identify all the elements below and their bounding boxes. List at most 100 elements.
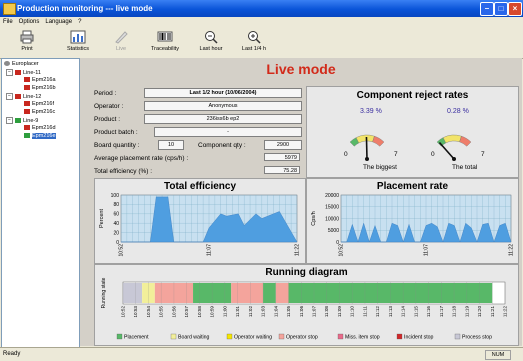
legend-label: Miss. item stop [345,335,380,341]
y-tick-label: 20 [113,230,119,236]
board-qty-label: Board quantity : [94,142,140,149]
tree-machine-epm216a[interactable]: Epm216a [24,77,56,84]
x-tick-label: 11:22 [503,306,508,318]
x-tick-label: 11:10 [350,306,355,318]
gauge-band [442,134,462,144]
x-tick-label: 11:11 [362,306,367,317]
maximize-button[interactable]: □ [494,2,508,16]
menu-file[interactable]: File [0,17,16,27]
x-tick-label: 11:22 [509,244,515,256]
tree-machine-epm216e[interactable]: Epm216e [24,133,56,140]
machine-icon [24,77,30,83]
legend-swatch [116,333,123,340]
x-tick-label: 11:00 [222,306,227,318]
x-tick-label: 10:52 [119,244,125,257]
live-button[interactable]: Live [106,30,136,57]
state-segment [231,283,264,303]
legend-swatch [226,333,233,340]
traceability-button[interactable]: Traceability [144,30,186,57]
collapse-icon[interactable]: − [6,93,13,100]
gauge-needle [438,141,455,160]
minimize-button[interactable]: – [480,2,494,16]
tree-line-9[interactable]: − Line-9 [6,117,38,124]
tree-line-12[interactable]: − Line-12 [6,93,41,100]
x-tick-label: 10:53 [133,306,138,318]
board-qty-value: 10 [158,140,184,150]
tree-root[interactable]: Europlacer [4,61,39,68]
last-hour-label: Last hour [199,46,223,52]
num-lock-indicator: NUM [485,350,511,360]
period-label: Period : [94,90,117,97]
x-tick-label: 11:14 [401,306,406,318]
window-title: Production monitoring --- live mode [17,4,153,13]
y-axis-label: Percent [99,209,105,228]
product-value: 236iss6b ep2 [144,114,302,124]
tree-machine-epm216b[interactable]: Epm216b [24,85,56,92]
menu-language[interactable]: Language [42,17,75,27]
statistics-button[interactable]: Statistics [60,30,96,57]
factory-icon [4,61,10,67]
gauge-biggest-max: 7 [394,151,398,158]
reject-rates-panel: Component reject rates 3.39 % 0.28 % 0 7… [306,86,519,178]
tree-line-11[interactable]: − Line-11 [6,69,41,76]
y-tick-label: 60 [113,212,119,218]
legend-label: Operator stop [286,335,318,341]
menu-help[interactable]: ? [75,17,84,27]
close-button[interactable]: × [508,2,522,16]
statistics-icon [70,30,86,44]
collapse-icon[interactable]: − [6,69,13,76]
product-label: Product : [94,116,121,123]
x-tick-label: 11:17 [439,306,444,318]
x-tick-label: 11:04 [273,306,278,318]
efficiency-chart-panel: Total efficiency 0 20 40 60 80 100 10:52 11:07 1… [94,178,306,264]
machine-icon [24,101,30,107]
gauge-total-caption: The total [452,164,478,171]
x-tick-label: 11:07 [312,306,317,318]
gauge-band [372,135,385,147]
tree-machine-epm216d[interactable]: Epm216d [24,125,56,132]
x-tick-label: 11:16 [426,306,431,318]
x-tick-label: 10:55 [159,306,164,318]
gauge-total [436,134,472,161]
state-segment [263,283,276,303]
traceability-icon [157,31,173,42]
y-tick-label: 5000 [328,228,339,234]
live-label: Live [115,46,127,52]
x-tick-label: 11:06 [299,306,304,318]
title-bar: Production monitoring --- live mode – □ … [0,0,523,17]
y-tick-label: 10000 [325,216,339,222]
gauge-band [355,134,375,144]
running-diagram-panel: Running diagram 10:52 10:53 10:54 10:55 10:5… [94,264,519,346]
x-tick-label: 11:03 [261,306,266,318]
last-hour-button[interactable]: Last hour [196,30,226,57]
last-quarter-hour-button[interactable]: Last 1/4 h [238,30,270,57]
y-tick-label: 100 [111,193,120,199]
avg-rate-value: 5979 [264,153,300,161]
print-button[interactable]: Print [12,30,42,57]
legend-swatch [337,333,344,340]
collapse-icon[interactable]: − [6,117,13,124]
x-tick-label: 10:52 [339,244,345,257]
product-batch-label: Product batch : [94,129,138,136]
x-tick-label: 10:58 [197,306,202,318]
last-quarter-hour-label: Last 1/4 h [241,46,267,52]
y-tick-label: 80 [113,202,119,208]
menu-options[interactable]: Options [16,17,43,27]
x-tick-label: 11:09 [337,306,342,318]
tree-machine-epm216f[interactable]: Epm216f [24,101,54,108]
legend-swatch [396,333,403,340]
tree-machine-epm216c[interactable]: Epm216c [24,109,55,116]
x-tick-label: 11:21 [490,306,495,318]
operator-label: Operator : [94,103,124,110]
gauge-band [459,135,472,147]
machine-icon [24,125,30,131]
x-tick-label: 11:05 [286,306,291,318]
x-tick-label: 11:02 [248,306,253,318]
machine-tree[interactable]: Europlacer − Line-11 Epm216a Epm216b − Lin… [1,58,80,348]
legend-label: Operator waiting [234,335,272,341]
main-panel: Live mode Period : Last 1/2 hour (10/06/… [80,58,522,346]
placement-rate-chart-panel: Placement rate 0 5000 10000 15000 20000 10:52… [306,178,519,264]
efficiency-label: Total efficiency (%) : [94,168,153,175]
x-tick-label: 11:13 [388,306,393,318]
gauge-biggest-min: 0 [344,151,348,158]
